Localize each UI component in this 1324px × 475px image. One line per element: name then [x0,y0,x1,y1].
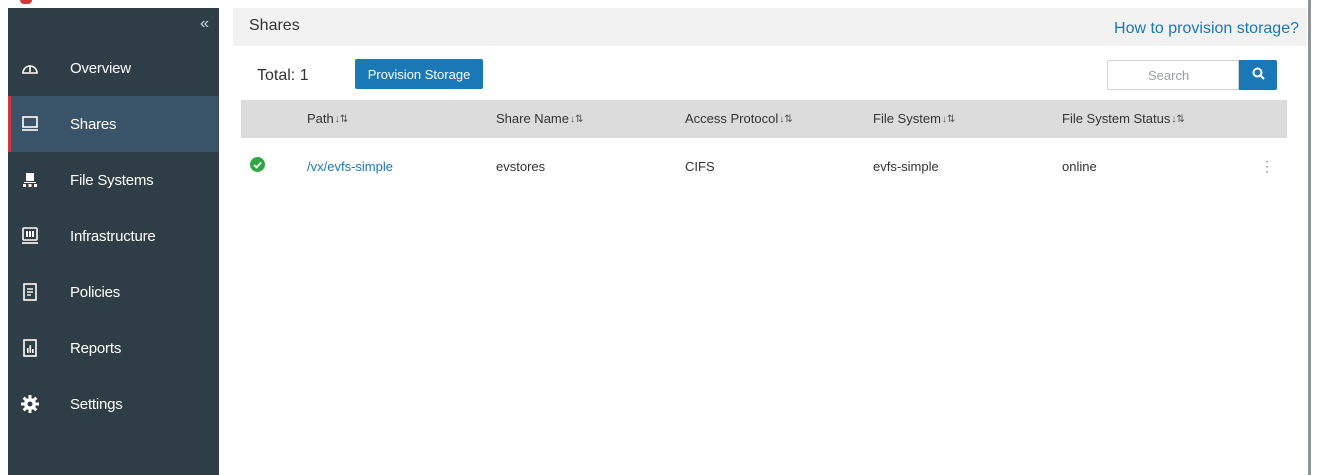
sidebar-item-reports[interactable]: Reports [8,320,219,376]
column-header-label: Share Name [496,111,569,126]
sort-icon: ↓⇅ [1171,114,1185,125]
monitor-icon [20,114,40,134]
sidebar-item-file-systems[interactable]: File Systems [8,152,219,208]
table-header: Path↓⇅ Share Name↓⇅ Access Protocol↓⇅ Fi… [241,100,1287,138]
column-header-label: Path [307,111,334,126]
network-hierarchy-icon [20,170,40,190]
sidebar-item-label: Overview [70,59,131,77]
column-header-share-name[interactable]: Share Name↓⇅ [496,111,583,126]
collapse-sidebar-button[interactable]: « [200,16,209,32]
sort-icon: ↓⇅ [569,114,584,125]
column-header-label: File System Status [1062,111,1171,126]
column-header-file-system-status[interactable]: File System Status↓⇅ [1062,111,1185,126]
logo-fragment [20,0,32,4]
column-header-access-protocol[interactable]: Access Protocol↓⇅ [685,111,793,126]
sidebar-item-label: Infrastructure [70,227,156,245]
shares-table: Path↓⇅ Share Name↓⇅ Access Protocol↓⇅ Fi… [241,100,1287,194]
gear-icon [20,394,40,414]
sidebar-nav: Overview Shares File Systems Infrastruct… [8,40,219,432]
column-header-file-system[interactable]: File System↓⇅ [873,111,955,126]
dashboard-gauge-icon [20,58,40,78]
sidebar-item-label: Settings [70,395,123,413]
access-protocol-cell: CIFS [685,159,715,174]
sidebar: « Overview Shares File Systems Infrastru… [8,8,219,475]
share-name-cell: evstores [496,159,546,174]
sidebar-item-infrastructure[interactable]: Infrastructure [8,208,219,264]
file-system-cell: evfs-simple [873,159,939,174]
sort-icon: ↓⇅ [941,114,956,125]
path-link[interactable]: /vx/evfs-simple [307,159,393,174]
page-header: Shares How to provision storage? [233,8,1307,46]
column-header-path[interactable]: Path↓⇅ [307,111,348,126]
sidebar-item-label: Shares [70,115,117,133]
document-list-icon [20,282,40,302]
provision-storage-button[interactable]: Provision Storage [355,59,483,89]
search-input[interactable] [1107,60,1239,90]
top-strip [0,0,1324,8]
sidebar-item-policies[interactable]: Policies [8,264,219,320]
window-scrollbar-edge [1308,0,1324,475]
total-count: Total: 1 [257,67,309,84]
search-icon [1252,67,1265,83]
column-header-label: Access Protocol [685,111,779,126]
search-button[interactable] [1239,60,1277,90]
sidebar-item-label: Policies [70,283,121,301]
server-rack-icon [20,226,40,246]
sort-icon: ↓⇅ [334,114,349,125]
main-content: Shares How to provision storage? Total: … [233,8,1307,475]
sidebar-item-settings[interactable]: Settings [8,376,219,432]
sidebar-item-shares[interactable]: Shares [8,96,219,152]
table-row[interactable]: /vx/evfs-simple evstores CIFS evfs-simpl… [241,138,1287,194]
page-title: Shares [249,17,300,34]
scrollbar-track[interactable] [1308,0,1311,475]
sidebar-item-label: File Systems [70,171,154,189]
help-link[interactable]: How to provision storage? [1114,20,1299,38]
column-header-label: File System [873,111,941,126]
status-ok-icon [250,157,265,172]
sidebar-item-label: Reports [70,339,122,357]
row-actions-menu-icon[interactable]: ⋮ [1260,158,1274,174]
bar-report-icon [20,338,40,358]
file-system-status-cell: online [1062,159,1097,174]
sidebar-item-overview[interactable]: Overview [8,40,219,96]
sort-icon: ↓⇅ [779,114,793,125]
